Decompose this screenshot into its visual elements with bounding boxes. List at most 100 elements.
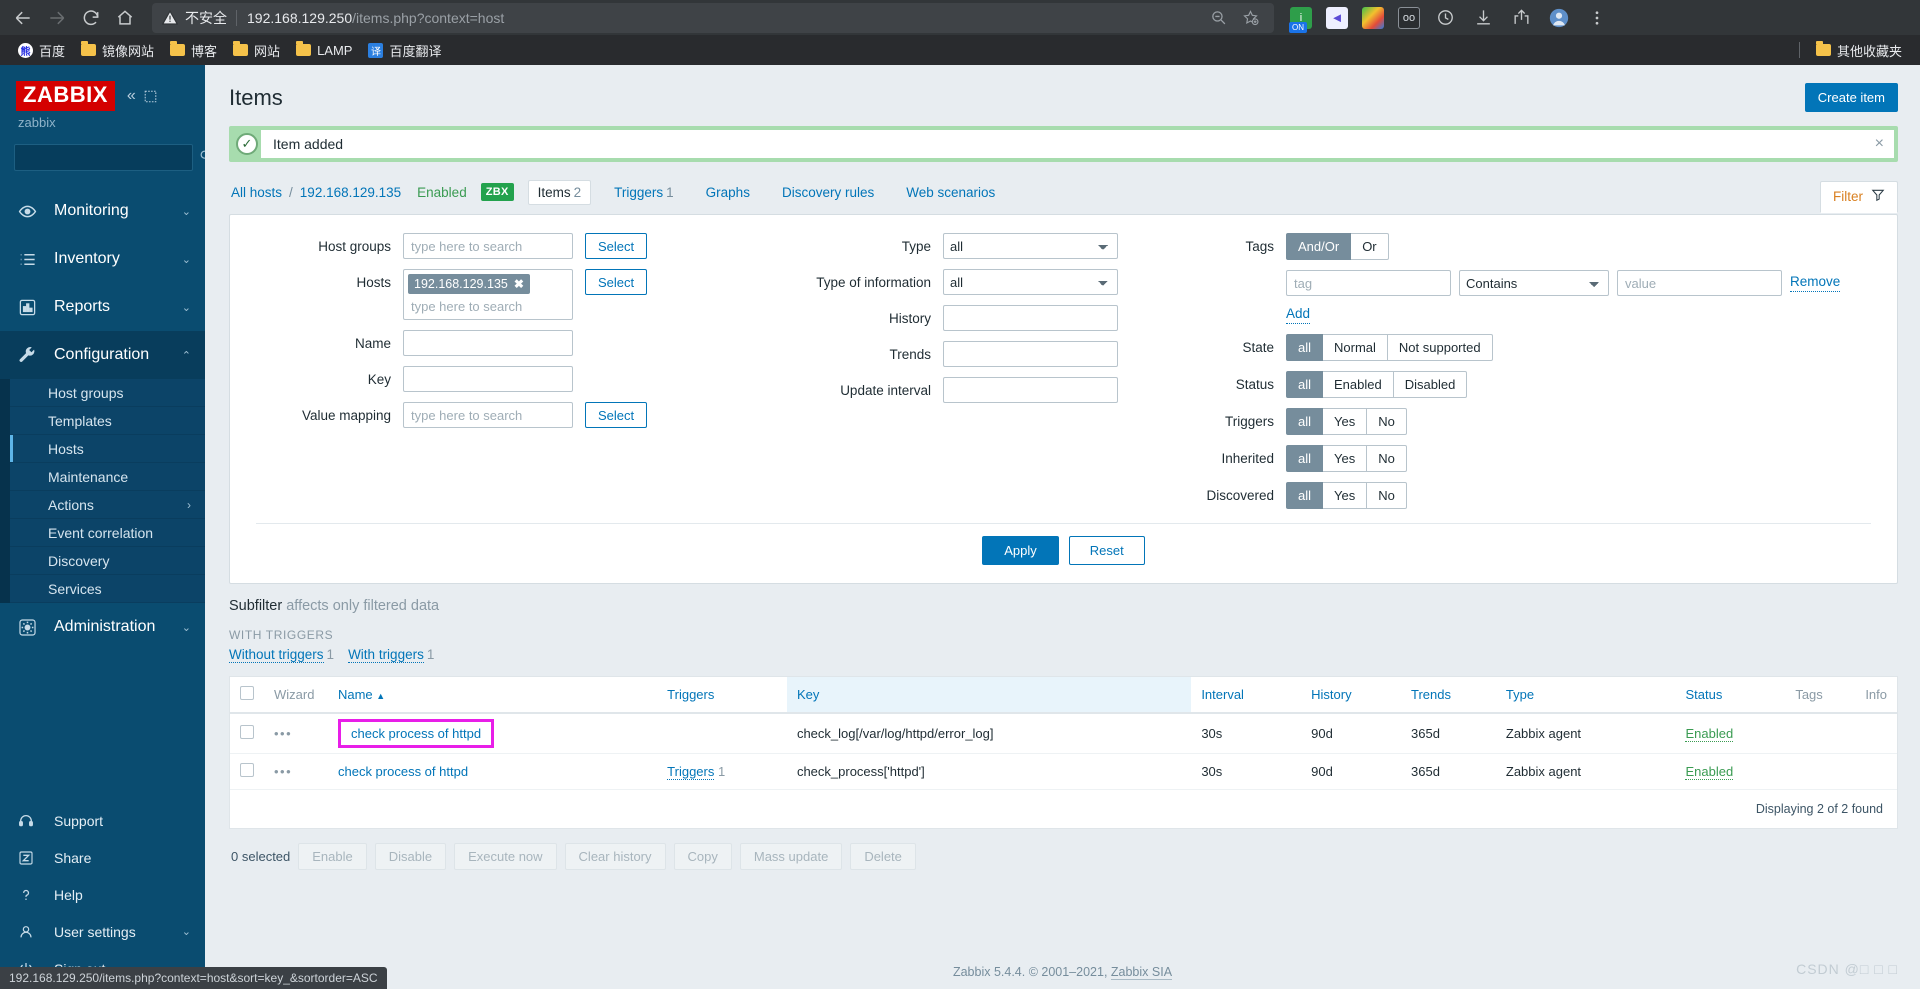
bookmark-mirror-sites[interactable]: 镜像网站 [73,38,162,63]
hosts-multiselect[interactable]: 192.168.129.135 ✖ [403,269,573,320]
extension-kugou-icon[interactable]: ◄ [1326,6,1348,29]
download-icon[interactable] [1466,3,1500,33]
hosts-input[interactable] [408,297,568,317]
column-history[interactable]: History [1301,676,1401,714]
host-status-link[interactable]: Enabled [417,185,467,200]
search-input[interactable] [23,150,199,165]
profile-avatar[interactable] [1542,3,1576,33]
column-status[interactable]: Status [1675,676,1786,714]
footer-company-link[interactable]: Zabbix SIA [1110,965,1173,980]
name-input[interactable] [403,330,573,356]
bookmark-blog[interactable]: 博客 [162,38,225,63]
sidebar-item-monitoring[interactable]: Monitoring ⌄ [0,187,205,235]
sidebar-item-hosts[interactable]: Hosts [10,435,205,463]
subfilter-with-triggers[interactable]: With triggers 1 [348,646,434,664]
tag-operator-select[interactable]: Contains [1459,270,1609,296]
type-of-information-select[interactable]: all [943,269,1118,295]
more-menu-icon[interactable] [1580,3,1614,33]
triggers-option-no[interactable]: No [1367,407,1407,435]
zbx-agent-badge[interactable]: ZBX [480,183,514,201]
value-mapping-input[interactable] [403,402,573,428]
column-triggers[interactable]: Triggers [657,676,787,714]
reset-button[interactable]: Reset [1068,535,1145,565]
share-icon[interactable] [1504,3,1538,33]
breadcrumb-all-hosts[interactable]: All hosts [231,185,282,200]
sidebar-item-maintenance[interactable]: Maintenance [10,463,205,491]
bookmark-baidu[interactable]: 熊 百度 [10,38,73,63]
row-checkbox[interactable] [240,724,254,739]
compact-view-icon[interactable] [144,90,157,103]
tab-discovery-rules[interactable]: Discovery rules [773,181,883,204]
tag-name-input[interactable] [1286,270,1451,296]
update-interval-input[interactable] [943,377,1118,403]
triggers-option-yes[interactable]: Yes [1323,407,1368,435]
search-box[interactable] [14,144,211,171]
back-arrow-icon[interactable] [6,3,40,33]
discovered-option-no[interactable]: No [1367,481,1407,509]
row-checkbox[interactable] [240,762,254,777]
forward-arrow-icon[interactable] [40,3,74,33]
discovered-option-all[interactable]: all [1286,481,1324,509]
tags-mode-or[interactable]: Or [1351,233,1389,260]
history-icon[interactable] [1428,3,1462,33]
remove-chip-icon[interactable]: ✖ [514,277,524,291]
extension-on-icon[interactable]: i ON [1289,6,1312,33]
key-input[interactable] [403,366,573,392]
apply-button[interactable]: Apply [982,535,1059,565]
sidebar-item-support[interactable]: Support [0,802,205,839]
create-item-button[interactable]: Create item [1804,83,1898,112]
triggers-link[interactable]: Triggers [667,763,715,780]
tag-value-input[interactable] [1617,270,1782,296]
column-name[interactable]: Name ▲ [327,676,658,714]
address-bar[interactable]: 不安全 192.168.129.250/items.php?context=ho… [152,2,1274,33]
close-icon[interactable]: × [1864,130,1894,158]
filter-tab[interactable]: Filter [1820,181,1898,213]
sidebar-item-reports[interactable]: Reports ⌄ [0,283,205,331]
type-select[interactable]: all [943,233,1118,259]
column-key[interactable]: Key [786,676,1192,714]
tab-triggers[interactable]: Triggers 1 [605,181,683,204]
execute-now-button[interactable]: Execute now [454,842,557,870]
status-option-disabled[interactable]: Disabled [1393,370,1468,398]
tag-add-link[interactable]: Add [1286,306,1311,324]
discovered-option-yes[interactable]: Yes [1323,481,1368,509]
wizard-menu-icon[interactable]: ••• [274,726,292,741]
reload-icon[interactable] [74,3,108,33]
sidebar-item-event-correlation[interactable]: Event correlation [10,519,205,547]
sidebar-item-services[interactable]: Services [10,575,205,603]
state-option-all[interactable]: all [1286,333,1324,361]
item-name-link[interactable]: check process of httpd [338,764,468,779]
tags-mode-andor[interactable]: And/Or [1286,233,1352,260]
host-groups-select-button[interactable]: Select [585,233,648,259]
status-badge[interactable]: Enabled [1685,763,1734,780]
bookmark-other-folder[interactable]: 其他收藏夹 [1808,38,1910,63]
status-option-enabled[interactable]: Enabled [1323,370,1394,398]
inherited-option-yes[interactable]: Yes [1323,444,1368,472]
column-type[interactable]: Type [1495,676,1676,714]
subfilter-without-triggers[interactable]: Without triggers 1 [229,646,334,664]
sidebar-item-host-groups[interactable]: Host groups [10,379,205,407]
copy-button[interactable]: Copy [673,842,732,870]
breadcrumb-host[interactable]: 192.168.129.135 [300,185,401,200]
collapse-sidebar-icon[interactable]: « [127,88,136,104]
hosts-select-button[interactable]: Select [585,269,648,295]
sidebar-item-actions[interactable]: Actions › [10,491,205,519]
sidebar-item-templates[interactable]: Templates [10,407,205,435]
sidebar-item-configuration[interactable]: Configuration ⌃ [0,331,205,379]
value-mapping-select-button[interactable]: Select [585,402,648,428]
inherited-option-no[interactable]: No [1367,444,1407,472]
inherited-option-all[interactable]: all [1286,444,1324,472]
sidebar-item-inventory[interactable]: Inventory ⌄ [0,235,205,283]
bookmark-website[interactable]: 网站 [225,38,288,63]
wizard-menu-icon[interactable]: ••• [274,764,292,779]
home-icon[interactable] [108,3,142,33]
tab-items[interactable]: Items 2 [527,179,592,205]
bookmark-baidu-fanyi[interactable]: 译 百度翻译 [360,38,449,63]
extension-goo-icon[interactable]: oo [1398,6,1420,29]
sidebar-item-discovery[interactable]: Discovery [10,547,205,575]
tag-remove-link[interactable]: Remove [1790,274,1841,292]
tab-graphs[interactable]: Graphs [697,181,759,204]
item-name-link[interactable]: check process of httpd [351,726,481,741]
select-all-checkbox[interactable] [240,685,254,700]
state-option-not-supported[interactable]: Not supported [1387,333,1493,361]
